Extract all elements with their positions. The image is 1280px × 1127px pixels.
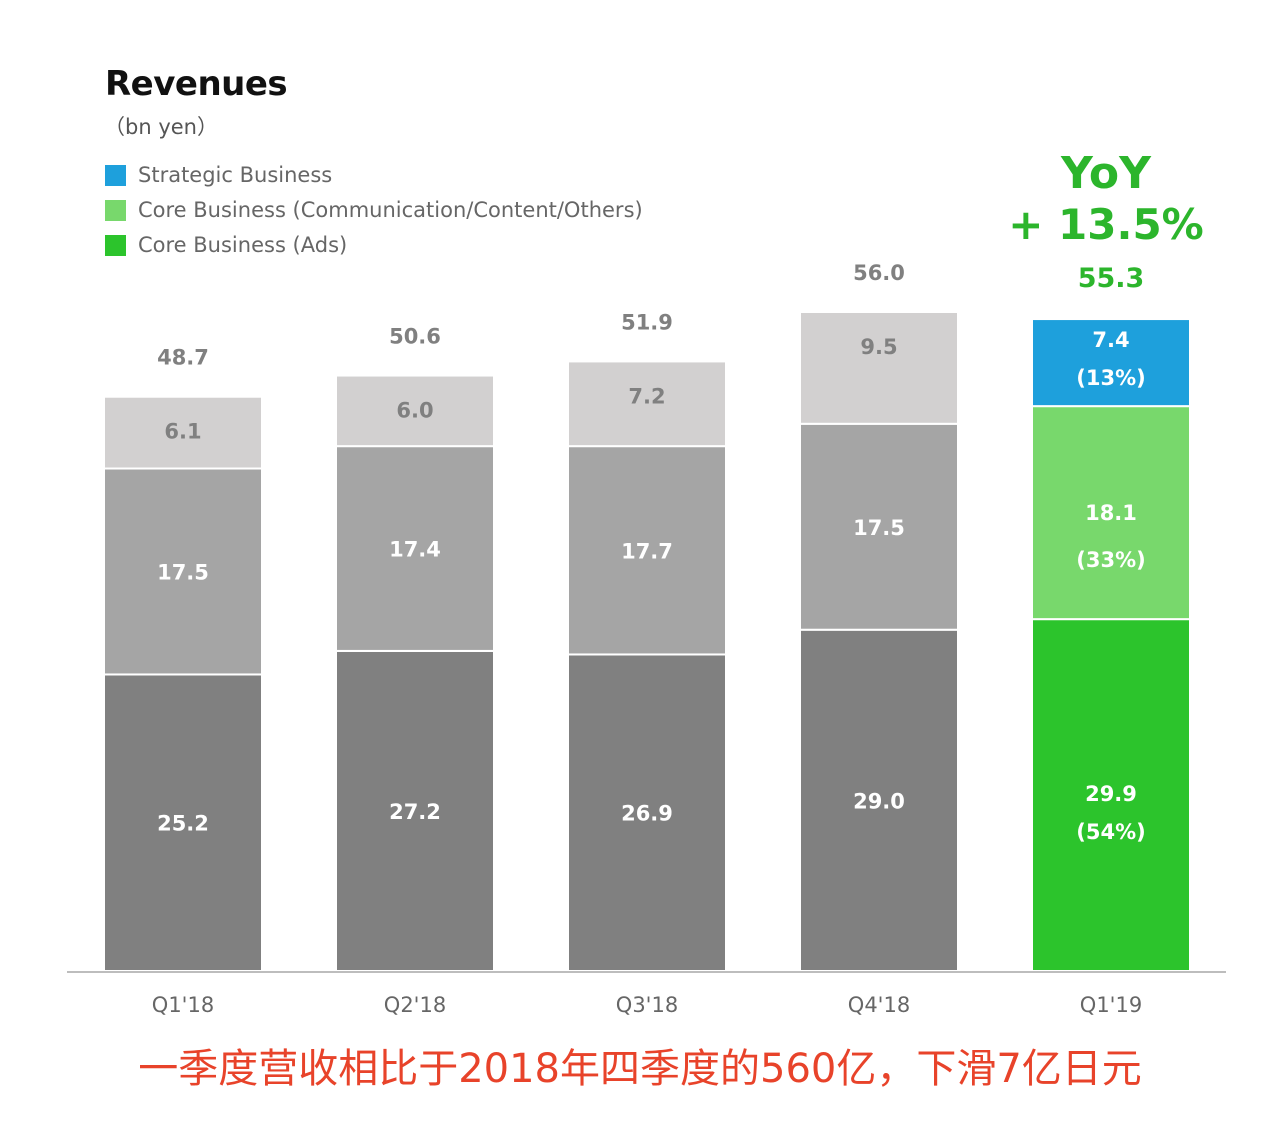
x-tick-label: Q2'18: [384, 993, 446, 1017]
segment-value-label: 17.7: [621, 539, 673, 563]
segment-value-label: 7.4: [1092, 328, 1129, 352]
segment-value-label: 9.5: [860, 335, 897, 359]
segment-value-label: 26.9: [621, 802, 673, 826]
x-tick-label: Q1'18: [152, 993, 214, 1017]
total-value-label: 48.7: [157, 346, 209, 370]
segment-value-label: 17.5: [853, 516, 905, 540]
segment-value-label: 17.4: [389, 538, 441, 562]
segment-value-label: 6.1: [164, 420, 201, 444]
bar-segment-strategic: [799, 311, 959, 425]
x-tick-label: Q4'18: [848, 993, 910, 1017]
segment-value-label: 17.5: [157, 560, 209, 584]
total-value-label: 50.6: [389, 325, 441, 349]
segment-value-label: 29.9: [1085, 782, 1137, 806]
chart-caption: 一季度营收相比于2018年四季度的560亿，下滑7亿日元: [138, 1046, 1142, 1092]
segment-value-label: 7.2: [628, 384, 665, 408]
total-value-label: 56.0: [853, 261, 905, 285]
segment-value-label: 25.2: [157, 812, 209, 836]
segment-share-label: (33%): [1076, 548, 1145, 572]
total-value-label: 55.3: [1078, 263, 1145, 294]
segment-value-label: 27.2: [389, 800, 441, 824]
segment-share-label: (13%): [1076, 366, 1145, 390]
x-tick-label: Q3'18: [616, 993, 678, 1017]
segment-share-label: (54%): [1076, 820, 1145, 844]
total-value-label: 51.9: [621, 310, 673, 334]
x-tick-label: Q1'19: [1080, 993, 1142, 1017]
segment-value-label: 18.1: [1085, 501, 1137, 525]
stacked-bar-chart: 25.2 17.5 6.1 48.7 Q1'18 27.2 17.4 6.0 50.6 Q2'18…: [67, 261, 1226, 1017]
segment-value-label: 6.0: [396, 399, 433, 423]
segment-value-label: 29.0: [853, 789, 905, 813]
